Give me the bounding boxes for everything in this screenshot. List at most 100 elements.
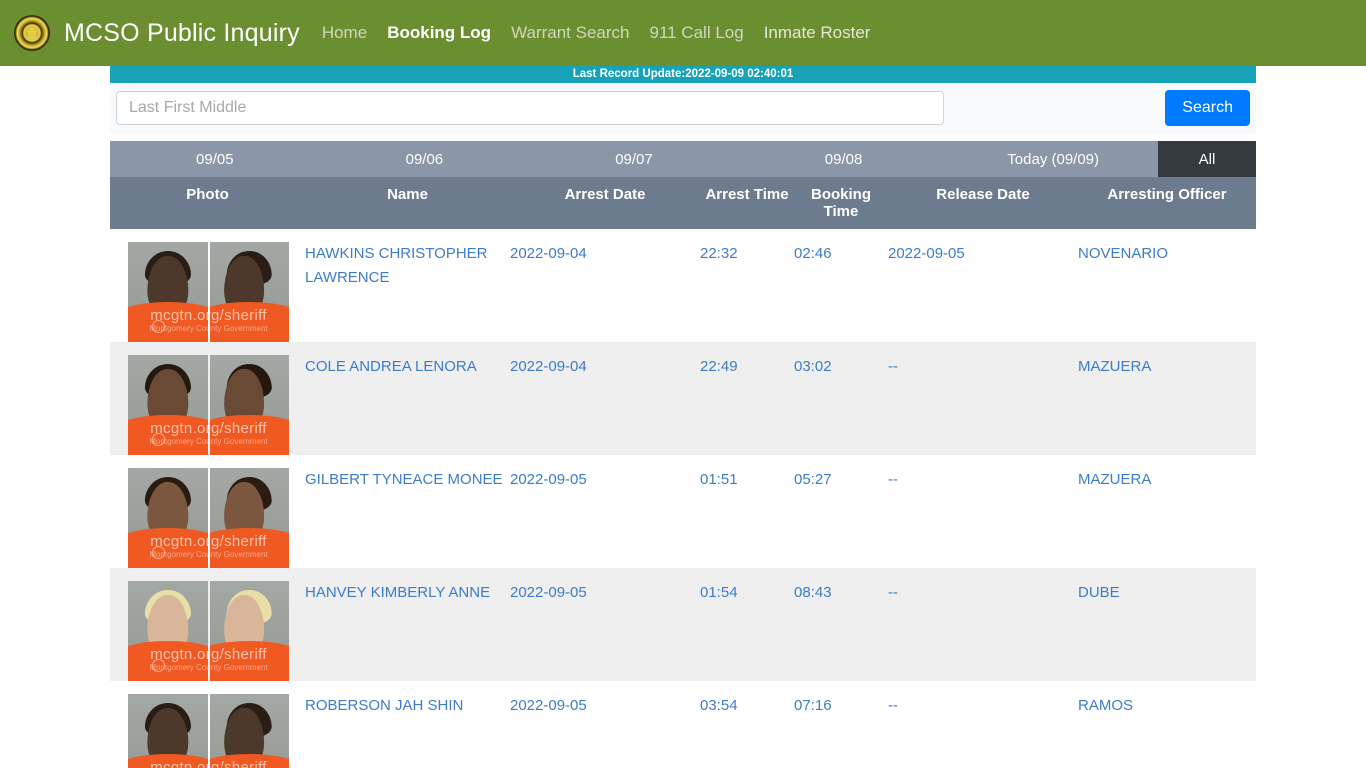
mugshot-cell[interactable]: mcgtn.org/sheriffMontgomery County Gover…: [110, 342, 305, 455]
table-row[interactable]: mcgtn.org/sheriffMontgomery County Gover…: [110, 681, 1256, 768]
cell-arrest-time-link[interactable]: 22:49: [700, 355, 738, 379]
cell-name: HANVEY KIMBERLY ANNE: [305, 568, 510, 681]
cell-release-date-link[interactable]: --: [888, 694, 898, 718]
mugshot-cell[interactable]: mcgtn.org/sheriffMontgomery County Gover…: [110, 568, 305, 681]
cell-release-date-link[interactable]: --: [888, 355, 898, 379]
cell-arrest-date-link[interactable]: 2022-09-04: [510, 242, 587, 266]
mugshot-cell[interactable]: mcgtn.org/sheriffMontgomery County Gover…: [110, 681, 305, 768]
nav-link-911-call-log[interactable]: 911 Call Log: [649, 23, 743, 43]
cell-arrest-date: 2022-09-05: [510, 455, 700, 568]
date-tab-0906[interactable]: 09/06: [319, 141, 530, 177]
cell-arresting-officer: RAMOS: [1078, 681, 1256, 768]
mugshot-front-icon: [128, 468, 208, 568]
table-body: mcgtn.org/sheriff Montgomery County Gover…: [110, 229, 1256, 768]
cell-name-link[interactable]: GILBERT TYNEACE MONEE: [305, 468, 503, 492]
mugshot-cell[interactable]: mcgtn.org/sheriffMontgomery County Gover…: [110, 229, 305, 342]
column-header-booking-time[interactable]: Booking Time: [794, 177, 888, 229]
cell-arresting-officer-link[interactable]: MAZUERA: [1078, 355, 1151, 379]
cell-arrest-time-link[interactable]: 22:32: [700, 242, 738, 266]
date-filter-tabs: 09/05 09/06 09/07 09/08 Today (09/09) Al…: [110, 141, 1256, 177]
cell-arresting-officer: NOVENARIO: [1078, 229, 1256, 342]
cell-booking-time-link[interactable]: 03:02: [794, 355, 832, 379]
cell-arrest-time: 03:54: [700, 681, 794, 768]
cell-booking-time-link[interactable]: 05:27: [794, 468, 832, 492]
cell-arrest-date-link[interactable]: 2022-09-05: [510, 694, 587, 718]
mugshot-profile-icon: [209, 694, 289, 768]
column-header-name[interactable]: Name: [305, 177, 510, 229]
watermark-seal-icon: [152, 433, 165, 446]
table-head: Photo Name Arrest Date Arrest Time Booki…: [110, 177, 1256, 229]
column-header-arrest-time[interactable]: Arrest Time: [700, 177, 794, 229]
watermark-seal-icon: [152, 546, 165, 559]
mugshot-pair-image[interactable]: mcgtn.org/sheriffMontgomery County Gover…: [128, 242, 289, 342]
cell-arrest-time-link[interactable]: 03:54: [700, 694, 738, 718]
nav-link-inmate-roster[interactable]: Inmate Roster: [764, 23, 871, 43]
cell-booking-time: 07:16: [794, 681, 888, 768]
cell-arrest-time: 01:51: [700, 455, 794, 568]
mugshot-pair-image[interactable]: mcgtn.org/sheriffMontgomery County Gover…: [128, 694, 289, 768]
mugshot-front-icon: [128, 581, 208, 681]
table-header-row: Photo Name Arrest Date Arrest Time Booki…: [110, 177, 1256, 229]
cell-arresting-officer-link[interactable]: DUBE: [1078, 581, 1120, 605]
cell-booking-time: 05:27: [794, 455, 888, 568]
table-row[interactable]: mcgtn.org/sheriffMontgomery County Gover…: [110, 342, 1256, 455]
nav-link-booking-log[interactable]: Booking Log: [387, 23, 491, 43]
table-row[interactable]: mcgtn.org/sheriffMontgomery County Gover…: [110, 229, 1256, 342]
content-container: Last Record Update:2022-09-09 02:40:01 S…: [110, 66, 1256, 768]
search-button[interactable]: Search: [1165, 90, 1250, 126]
column-header-release-date[interactable]: Release Date: [888, 177, 1078, 229]
cell-name-link[interactable]: HAWKINS CHRISTOPHER LAWRENCE: [305, 242, 510, 290]
cell-release-date-link[interactable]: --: [888, 468, 898, 492]
cell-arrest-date-link[interactable]: 2022-09-05: [510, 468, 587, 492]
cell-arrest-time: 22:32: [700, 229, 794, 342]
page-body: Last Record Update:2022-09-09 02:40:01 S…: [0, 66, 1366, 768]
cell-booking-time: 03:02: [794, 342, 888, 455]
date-tab-all[interactable]: All: [1157, 141, 1256, 177]
table-row[interactable]: mcgtn.org/sheriffMontgomery County Gover…: [110, 568, 1256, 681]
column-header-arresting-officer[interactable]: Arresting Officer: [1078, 177, 1256, 229]
cell-release-date-link[interactable]: --: [888, 581, 898, 605]
cell-name-link[interactable]: HANVEY KIMBERLY ANNE: [305, 581, 490, 605]
cell-arrest-date-link[interactable]: 2022-09-04: [510, 355, 587, 379]
date-tab-0907[interactable]: 09/07: [529, 141, 739, 177]
mugshot-profile-icon: [209, 242, 289, 342]
cell-booking-time-link[interactable]: 02:46: [794, 242, 832, 266]
mugshot-profile-icon: [209, 355, 289, 455]
cell-arresting-officer-link[interactable]: NOVENARIO: [1078, 242, 1168, 266]
cell-release-date: 2022-09-05: [888, 229, 1078, 342]
search-input[interactable]: [116, 91, 944, 125]
date-tab-0908[interactable]: 09/08: [738, 141, 949, 177]
mugshot-pair-image[interactable]: mcgtn.org/sheriffMontgomery County Gover…: [128, 355, 289, 455]
mugshot-pair-image[interactable]: mcgtn.org/sheriffMontgomery County Gover…: [128, 468, 289, 568]
cell-booking-time-link[interactable]: 07:16: [794, 694, 832, 718]
cell-booking-time-link[interactable]: 08:43: [794, 581, 832, 605]
cell-arrest-time-link[interactable]: 01:51: [700, 468, 738, 492]
cell-name-link[interactable]: COLE ANDREA LENORA: [305, 355, 477, 379]
primary-nav: Home Booking Log Warrant Search 911 Call…: [322, 23, 871, 43]
mugshot-cell[interactable]: mcgtn.org/sheriffMontgomery County Gover…: [110, 455, 305, 568]
cell-arrest-date: 2022-09-05: [510, 681, 700, 768]
cell-arrest-time-link[interactable]: 01:54: [700, 581, 738, 605]
date-tab-0905[interactable]: 09/05: [110, 141, 320, 177]
nav-link-home[interactable]: Home: [322, 23, 367, 43]
column-header-photo[interactable]: Photo: [110, 177, 305, 229]
cell-release-date-link[interactable]: 2022-09-05: [888, 242, 965, 266]
cell-name: ROBERSON JAH SHIN: [305, 681, 510, 768]
cell-arresting-officer-link[interactable]: RAMOS: [1078, 694, 1133, 718]
cell-release-date: --: [888, 455, 1078, 568]
cell-arresting-officer-link[interactable]: MAZUERA: [1078, 468, 1151, 492]
cell-arrest-time: 22:49: [700, 342, 794, 455]
cell-arrest-date-link[interactable]: 2022-09-05: [510, 581, 587, 605]
mugshot-profile-icon: [209, 581, 289, 681]
mugshot-pair-image[interactable]: mcgtn.org/sheriffMontgomery County Gover…: [128, 581, 289, 681]
column-header-arrest-date[interactable]: Arrest Date: [510, 177, 700, 229]
cell-arrest-date: 2022-09-04: [510, 229, 700, 342]
nav-link-warrant-search[interactable]: Warrant Search: [511, 23, 629, 43]
watermark-seal-icon: [152, 320, 165, 333]
cell-booking-time: 02:46: [794, 229, 888, 342]
cell-name-link[interactable]: ROBERSON JAH SHIN: [305, 694, 463, 718]
table-row[interactable]: mcgtn.org/sheriffMontgomery County Gover…: [110, 455, 1256, 568]
cell-arrest-date: 2022-09-05: [510, 568, 700, 681]
booking-log-table: Photo Name Arrest Date Arrest Time Booki…: [110, 177, 1256, 768]
date-tab-today[interactable]: Today (09/09): [948, 141, 1158, 177]
